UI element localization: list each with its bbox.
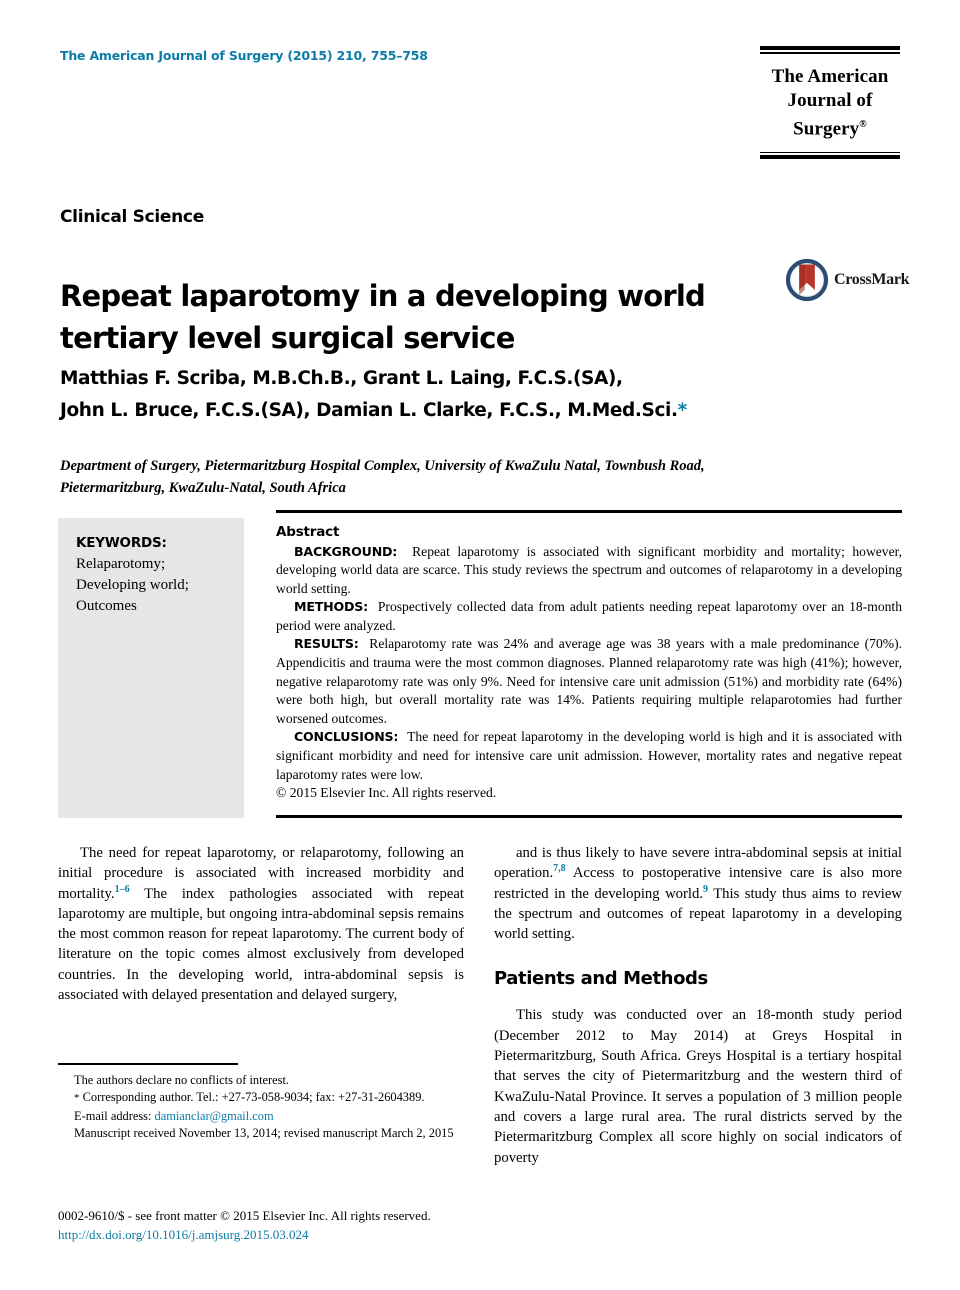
keywords-heading: KEYWORDS: [76, 535, 167, 551]
footnote-manuscript-dates: Manuscript received November 13, 2014; r… [74, 1126, 454, 1141]
page-title: Repeat laparotomy in a developing world … [60, 279, 706, 356]
abstract-top-rule [276, 510, 902, 513]
abstract-methods: METHODS: Prospectively collected data fr… [276, 598, 902, 635]
keyword-item: Relaparotomy; [76, 556, 166, 572]
registered-mark: ® [859, 118, 867, 130]
abstract-methods-text: Prospectively collected data from adult … [276, 599, 902, 633]
author-line-2: John L. Bruce, F.C.S.(SA), Damian L. Cla… [60, 400, 688, 421]
methods-paragraph: This study was conducted over an 18-mont… [494, 1007, 902, 1166]
affiliation: Department of Surgery, Pietermaritzburg … [60, 458, 705, 496]
abstract-results-label: RESULTS: [294, 636, 359, 652]
intro-text-part2: The index pathologies associated with re… [58, 885, 464, 1004]
citation-ref[interactable]: 7,8 [553, 863, 566, 874]
footnote-email: E-mail address: damianclar@gmail.com [58, 1108, 464, 1125]
logo-rule-bottom [760, 151, 900, 160]
doi-link[interactable]: http://dx.doi.org/10.1016/j.amjsurg.2015… [58, 1225, 558, 1244]
keyword-item: Developing world; [76, 577, 189, 593]
abstract-methods-label: METHODS: [294, 599, 368, 615]
footnote-corresponding: * Corresponding author. Tel.: +27-73-058… [58, 1089, 464, 1107]
abstract-section: Abstract BACKGROUND: Repeat laparotomy i… [276, 510, 902, 819]
body-column-right: and is thus likely to have severe intra-… [494, 843, 902, 1168]
footnote-conflicts: The authors declare no conflicts of inte… [74, 1073, 290, 1087]
email-link[interactable]: damianclar@gmail.com [155, 1109, 274, 1123]
abstract-conclusions-label: CONCLUSIONS: [294, 729, 399, 745]
abstract-background-label: BACKGROUND: [294, 543, 398, 559]
keywords-list: Relaparotomy; Developing world; Outcomes [76, 554, 230, 617]
author-list: Matthias F. Scriba, M.B.Ch.B., Grant L. … [60, 363, 860, 427]
journal-logo-line2: Journal of Surgery® [787, 89, 873, 139]
section-heading-patients-and-methods: Patients and Methods [494, 968, 708, 990]
body-column-left: The need for repeat laparotomy, or relap… [58, 843, 464, 1005]
section-label: Clinical Science [60, 207, 204, 227]
abstract-bottom-rule [276, 814, 902, 819]
issn-line: 0002-9610/$ - see front matter © 2015 El… [58, 1208, 431, 1223]
crossmark-badge-group[interactable]: CrossMark [785, 258, 910, 302]
corresponding-author-marker: * [677, 400, 688, 421]
footnote-block: The authors declare no conflicts of inte… [58, 1072, 464, 1143]
corresponding-star: * [74, 1092, 80, 1105]
keyword-item: Outcomes [76, 598, 137, 614]
email-label: E-mail address: [74, 1108, 152, 1123]
abstract-results: RESULTS: Relaparotomy rate was 24% and a… [276, 635, 902, 728]
abstract-heading: Abstract [276, 523, 340, 540]
abstract-copyright: © 2015 Elsevier Inc. All rights reserved… [276, 785, 497, 801]
abstract-results-text: Relaparotomy rate was 24% and average ag… [276, 636, 903, 726]
page-footer: 0002-9610/$ - see front matter © 2015 El… [58, 1206, 558, 1244]
crossmark-icon[interactable] [785, 258, 829, 302]
journal-article-page: The American Journal of Surgery (2015) 2… [0, 0, 960, 1290]
journal-logo: The American Journal of Surgery® [760, 46, 900, 160]
journal-logo-line1: The American [771, 65, 889, 87]
logo-rule-top [760, 46, 900, 54]
journal-reference: The American Journal of Surgery (2015) 2… [60, 48, 428, 63]
intro-paragraph-right: and is thus likely to have severe intra-… [494, 843, 902, 944]
footnote-divider [58, 1063, 238, 1065]
author-line-1: Matthias F. Scriba, M.B.Ch.B., Grant L. … [60, 368, 623, 389]
keywords-box: KEYWORDS: Relaparotomy; Developing world… [58, 518, 244, 818]
abstract-background: BACKGROUND: Repeat laparotomy is associa… [276, 543, 902, 599]
citation-ref[interactable]: 1–6 [115, 884, 130, 895]
abstract-conclusions: CONCLUSIONS: The need for repeat laparot… [276, 728, 902, 784]
journal-logo-text: The American Journal of Surgery® [760, 54, 900, 152]
corresponding-text: Corresponding author. Tel.: +27-73-058-9… [82, 1090, 425, 1105]
crossmark-label: CrossMark [834, 271, 910, 288]
intro-paragraph-left: The need for repeat laparotomy, or relap… [58, 843, 464, 1005]
